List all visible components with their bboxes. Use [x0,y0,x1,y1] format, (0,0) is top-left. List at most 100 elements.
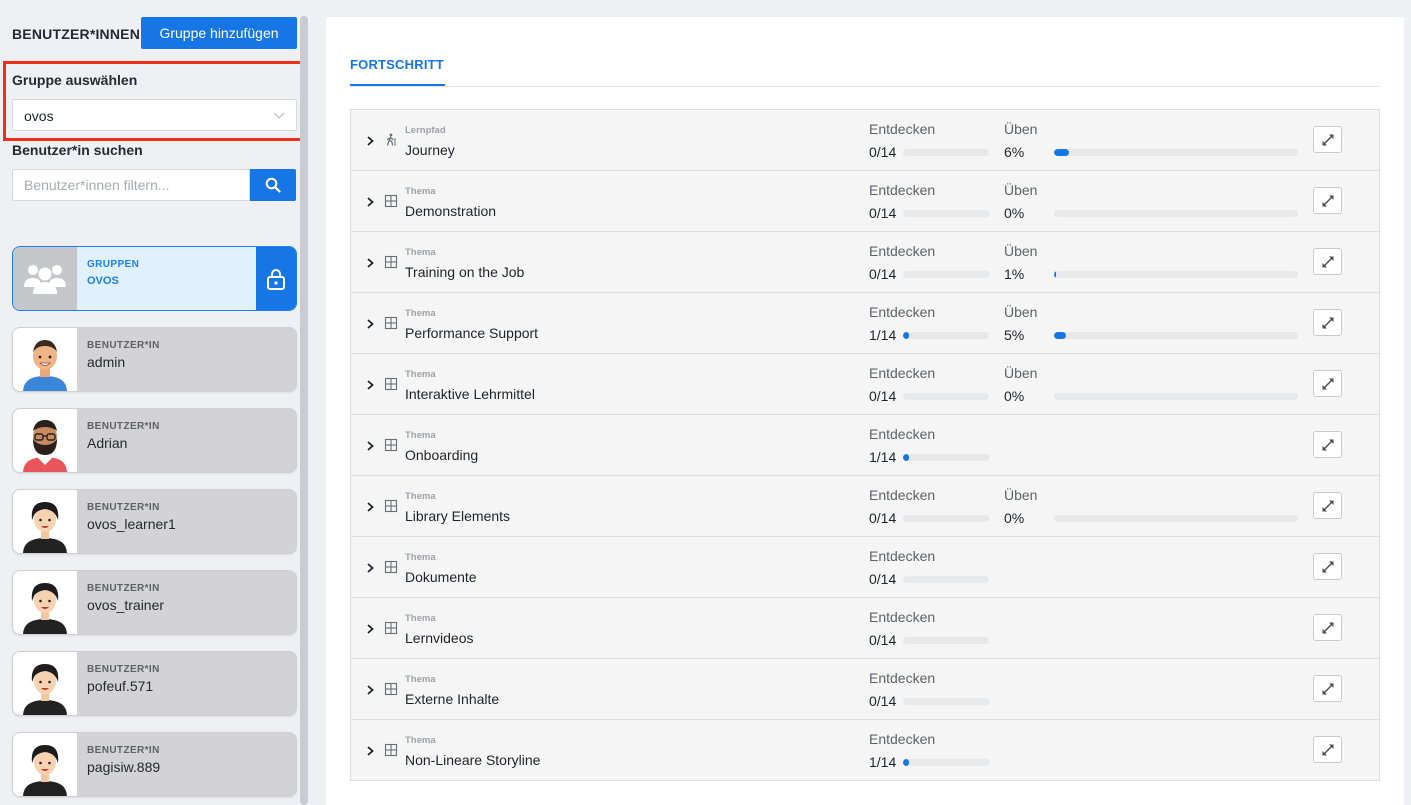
user-card-name: pagisiw.889 [87,759,161,775]
discover-label: Entdecken [869,548,936,564]
discover-progress-bar [903,698,989,705]
row-type-icon [384,682,398,696]
expand-row-button[interactable] [363,134,377,148]
row-type: Thema [405,674,436,685]
practice-progress-bar [1054,515,1298,522]
practice-value: 1% [1004,266,1025,282]
discover-progress-bar [903,637,989,644]
practice-progress-bar [1054,332,1298,339]
group-select[interactable]: ovos [12,99,297,131]
user-search-label: Benutzer*in suchen [12,142,143,158]
fullscreen-button[interactable] [1313,187,1342,214]
group-card[interactable]: GRUPPEN OVOS [12,246,297,311]
expand-row-button[interactable] [363,195,377,209]
sidebar-title: BENUTZER*INNEN [12,26,141,42]
user-search-input[interactable] [12,169,250,201]
practice-progress-fill [1054,149,1069,156]
group-select-value: ovos [24,108,54,124]
expand-row-button[interactable] [363,256,377,270]
expand-row-button[interactable] [363,683,377,697]
grid-icon [384,499,398,513]
practice-label: Üben [1004,182,1038,198]
search-button[interactable] [250,169,296,201]
discover-label: Entdecken [869,670,936,686]
row-name: Demonstration [405,203,497,219]
discover-value: 1/14 [869,754,897,770]
row-type-icon [384,499,398,513]
expand-icon [1322,378,1334,390]
grid-icon [384,560,398,574]
group-avatar [13,247,77,310]
discover-label: Entdecken [869,731,936,747]
grid-icon [384,194,398,208]
grid-icon [384,743,398,757]
discover-value: 0/14 [869,571,897,587]
user-card-name: ovos_learner1 [87,516,176,532]
discover-label: Entdecken [869,365,936,381]
tab-progress[interactable]: FORTSCHRITT [350,57,444,72]
expand-row-button[interactable] [363,561,377,575]
fullscreen-button[interactable] [1313,126,1342,153]
row-type: Lernpfad [405,125,446,136]
user-card[interactable]: BENUTZER*IN Adrian [12,408,297,473]
discover-progress-bar [903,515,989,522]
discover-value: 0/14 [869,632,897,648]
fullscreen-button[interactable] [1313,736,1342,763]
discover-value: 0/14 [869,510,897,526]
row-name: Journey [405,142,455,158]
row-type-icon [384,560,398,574]
row-type-icon [384,133,398,147]
avatar-man-blue-shirt-icon [13,328,77,391]
fullscreen-button[interactable] [1313,614,1342,641]
expand-row-button[interactable] [363,317,377,331]
practice-label: Üben [1004,365,1038,381]
progress-row: Thema Externe Inhalte Entdecken 0/14 [351,659,1379,720]
row-name: Dokumente [405,569,477,585]
sidebar-scrollbar[interactable] [300,16,308,805]
fullscreen-button[interactable] [1313,309,1342,336]
expand-row-button[interactable] [363,744,377,758]
expand-row-button[interactable] [363,622,377,636]
fullscreen-button[interactable] [1313,370,1342,397]
practice-progress-fill [1054,271,1057,278]
user-card[interactable]: BENUTZER*IN ovos_learner1 [12,489,297,554]
chevron-right-icon [367,502,374,512]
expand-row-button[interactable] [363,439,377,453]
fullscreen-button[interactable] [1313,675,1342,702]
add-group-button[interactable]: Gruppe hinzufügen [141,17,297,49]
row-name: Non-Lineare Storyline [405,752,541,768]
user-card[interactable]: BENUTZER*IN admin [12,327,297,392]
grid-icon [384,682,398,696]
practice-label: Üben [1004,121,1038,137]
row-type-icon [384,438,398,452]
user-card[interactable]: BENUTZER*IN ovos_trainer [12,570,297,635]
row-name: Onboarding [405,447,479,463]
discover-label: Entdecken [869,487,936,503]
progress-row: Lernpfad Journey Entdecken 0/14 Üben 6% [351,110,1379,171]
fullscreen-button[interactable] [1313,248,1342,275]
row-type-icon [384,194,398,208]
user-card[interactable]: BENUTZER*IN pagisiw.889 [12,732,297,797]
expand-row-button[interactable] [363,500,377,514]
user-card[interactable]: BENUTZER*IN pofeuf.571 [12,651,297,716]
chevron-right-icon [367,685,374,695]
discover-value: 0/14 [869,205,897,221]
tab-divider [350,86,1380,87]
group-card-name: OVOS [87,275,119,287]
group-lock-button[interactable] [256,247,296,310]
row-name: Interaktive Lehrmittel [405,386,535,402]
fullscreen-button[interactable] [1313,492,1342,519]
expand-row-button[interactable] [363,378,377,392]
expand-icon [1322,439,1334,451]
avatar-woman-dark-hair-icon [13,733,77,796]
user-card-name: ovos_trainer [87,597,165,613]
grid-icon [384,255,398,269]
grid-icon [384,316,398,330]
row-type: Thema [405,186,436,197]
discover-label: Entdecken [869,609,936,625]
fullscreen-button[interactable] [1313,431,1342,458]
avatar-man-glasses-beard-icon [13,409,77,472]
discover-value: 1/14 [869,327,897,343]
progress-table: Lernpfad Journey Entdecken 0/14 Üben 6% Thema D… [350,109,1380,781]
fullscreen-button[interactable] [1313,553,1342,580]
